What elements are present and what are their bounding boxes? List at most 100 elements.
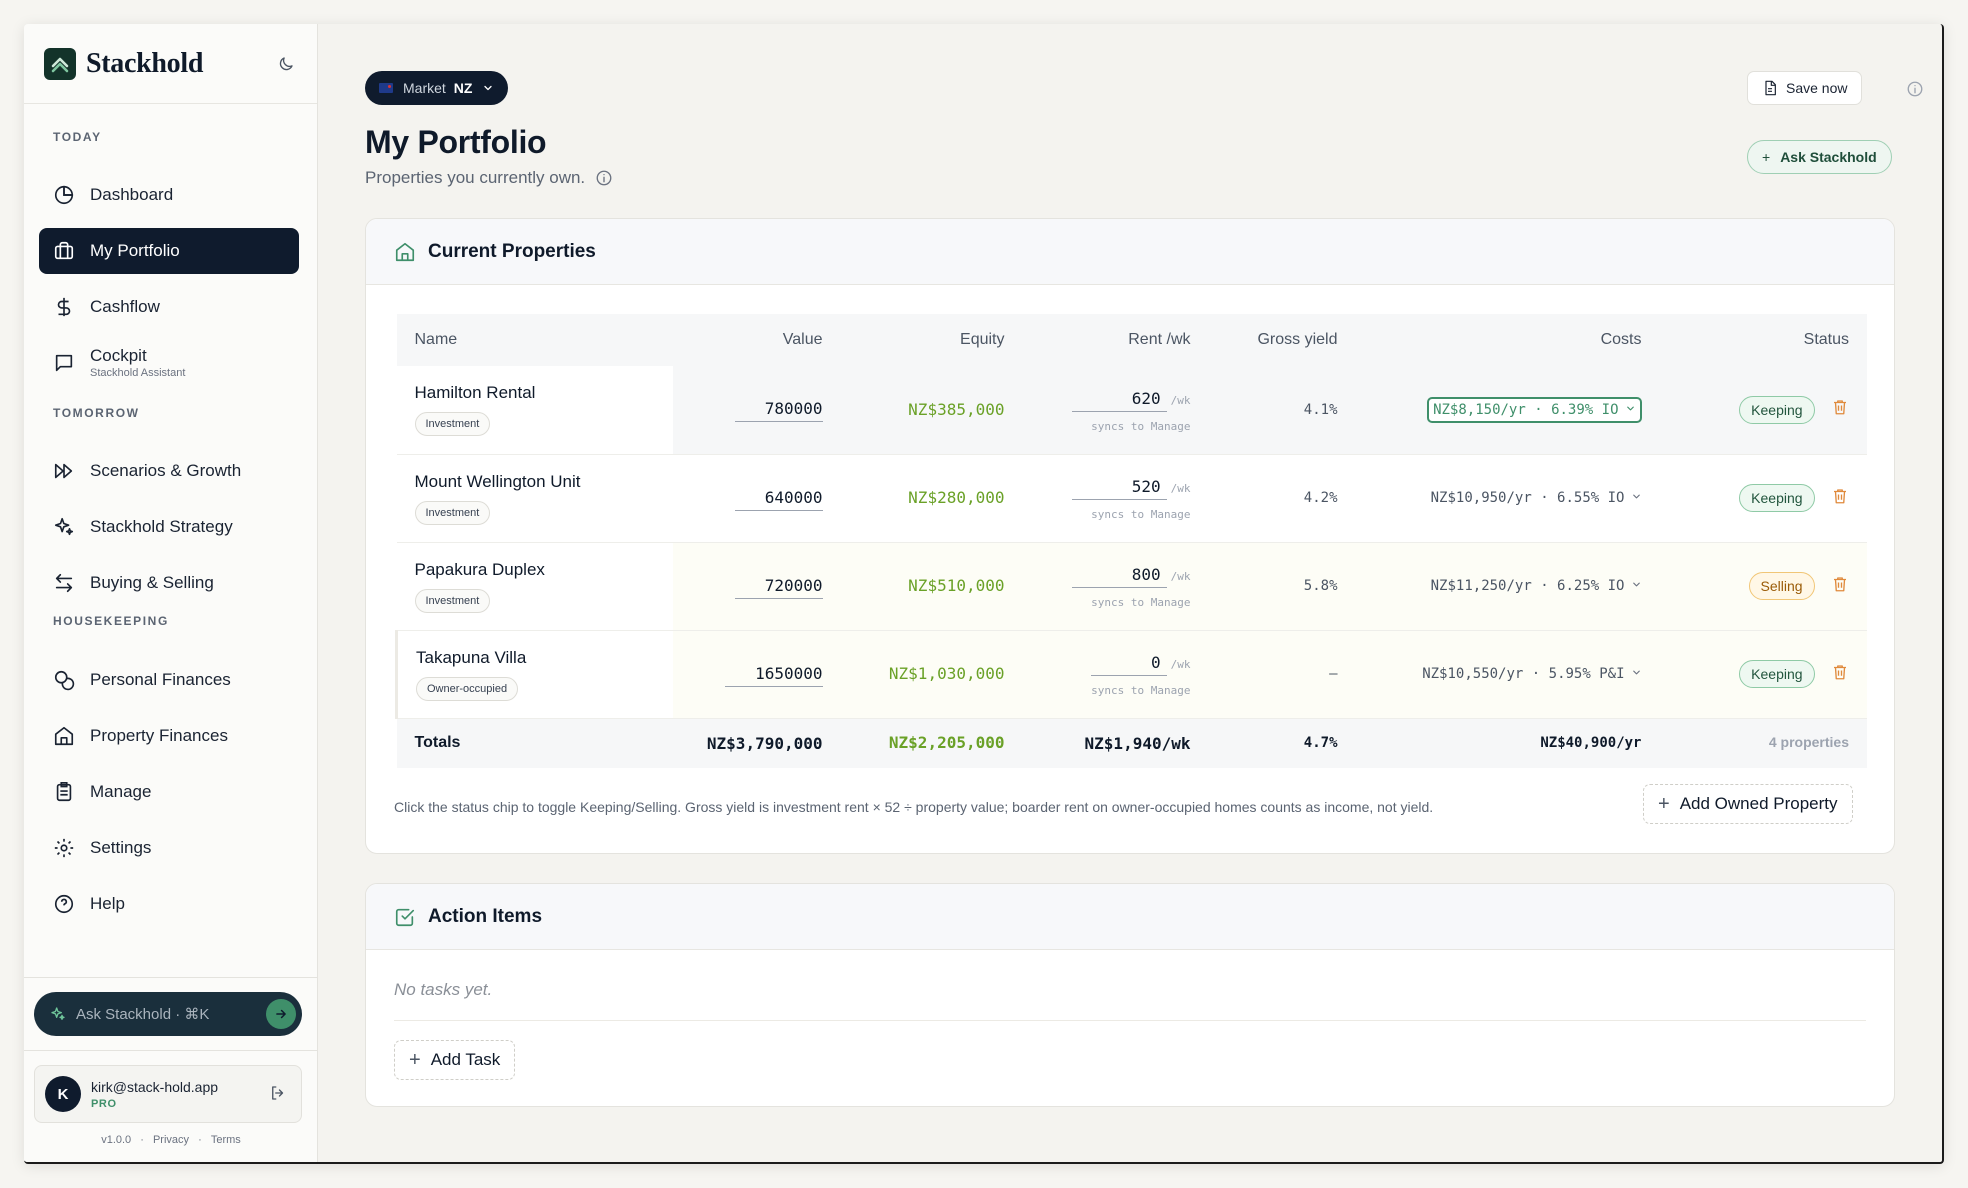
property-type-badge: Investment <box>414 412 491 437</box>
costs-dropdown[interactable]: NZ$11,250/yr · 6.25% IO <box>1431 578 1642 594</box>
costs-dropdown[interactable]: NZ$10,550/yr · 5.95% P&I <box>1422 666 1641 682</box>
equity-value: NZ$1,030,000 <box>888 664 1005 683</box>
swap-arrows-icon <box>52 571 76 595</box>
empty-state: No tasks yet. <box>394 980 493 999</box>
costs-value: NZ$11,250/yr · 6.25% IO <box>1430 578 1625 594</box>
sidebar-item-label: Buying & Selling <box>90 573 214 592</box>
status-cell: Keeping <box>1659 366 1867 455</box>
table-row[interactable]: Takapuna Villa Owner-occupied 1650000 NZ… <box>395 630 1867 719</box>
market-value: NZ <box>453 80 473 96</box>
moon-icon[interactable] <box>275 53 297 75</box>
sidebar-item-manage[interactable]: Manage <box>39 769 299 815</box>
stackhold-logo-icon[interactable] <box>44 47 76 80</box>
value-input[interactable]: 640000 <box>734 486 823 511</box>
yield-cell: — <box>1208 630 1356 719</box>
value-cell: 640000 <box>672 454 841 543</box>
column-header: Equity <box>840 314 1023 366</box>
rent-input[interactable]: 800 <box>1071 563 1167 588</box>
sidebar-item-buying-selling[interactable]: Buying & Selling <box>39 560 299 606</box>
add-owned-property-button[interactable]: + Add Owned Property <box>1643 784 1853 824</box>
status-chip[interactable]: Keeping <box>1739 484 1815 512</box>
sidebar-item-label: Scenarios & Growth <box>90 461 242 480</box>
trash-icon[interactable] <box>1831 487 1849 510</box>
property-name[interactable]: Hamilton Rental <box>415 383 655 403</box>
status-chip[interactable]: Keeping <box>1739 395 1815 424</box>
trash-icon[interactable] <box>1831 398 1849 421</box>
yield-cell: 4.2% <box>1208 454 1356 543</box>
sidebar-item-label: Personal Finances <box>90 670 231 689</box>
total-equity: NZ$2,205,000 <box>888 733 1005 753</box>
total-equity-cell: NZ$2,205,000 <box>840 718 1023 768</box>
sidebar-item-scenarios[interactable]: Scenarios & Growth <box>39 448 299 494</box>
rent-unit: /wk <box>1170 570 1191 583</box>
status-chip[interactable]: Keeping <box>1739 660 1815 688</box>
table-header-row: Name Value Equity Rent /wk Gross yield C… <box>396 314 1867 366</box>
rent-input[interactable]: 520 <box>1071 475 1167 500</box>
table-row[interactable]: Papakura Duplex Investment 720000 NZ$510… <box>396 542 1867 631</box>
dollar-icon <box>52 295 76 319</box>
card-header: Current Properties <box>366 219 1894 285</box>
value-input[interactable]: 1650000 <box>725 662 823 687</box>
trash-icon[interactable] <box>1831 663 1849 686</box>
status-chip[interactable]: Selling <box>1748 572 1815 600</box>
property-count: 4 properties <box>1768 734 1849 751</box>
sidebar-item-cockpit[interactable]: Cockpit Stackhold Assistant <box>39 340 299 386</box>
costs-dropdown[interactable]: NZ$10,950/yr · 6.55% IO <box>1431 490 1642 506</box>
save-now-button[interactable]: Save now <box>1747 71 1863 105</box>
privacy-link[interactable]: Privacy <box>153 1134 189 1146</box>
equity-cell: NZ$510,000 <box>840 542 1023 631</box>
sidebar-item-my-portfolio[interactable]: My Portfolio <box>39 228 299 274</box>
sidebar-item-cashflow[interactable]: Cashflow <box>39 284 299 330</box>
ask-stackhold-button[interactable]: + Ask Stackhold <box>1747 140 1892 174</box>
ask-stackhold-input[interactable]: Ask Stackhold · ⌘K <box>34 992 302 1036</box>
totals-row: Totals NZ$3,790,000 NZ$2,205,000 NZ$1,94… <box>396 718 1867 768</box>
nav-section-tomorrow: TOMORROW <box>53 406 140 420</box>
terms-link[interactable]: Terms <box>211 1134 241 1146</box>
chevron-down-icon <box>482 82 494 94</box>
status-cell: Selling <box>1659 542 1867 631</box>
trash-icon[interactable] <box>1831 575 1849 598</box>
value-cell: 780000 <box>672 366 841 455</box>
info-icon[interactable] <box>1906 80 1924 103</box>
yield-cell: 4.1% <box>1208 366 1356 455</box>
rent-input[interactable]: 620 <box>1071 387 1167 412</box>
sidebar-item-property-finances[interactable]: Property Finances <box>39 713 299 759</box>
table-row[interactable]: Mount Wellington Unit Investment 640000 … <box>396 454 1867 543</box>
name-cell: Papakura Duplex Investment <box>396 542 673 631</box>
costs-value: NZ$8,150/yr · 6.39% IO <box>1433 401 1619 418</box>
plus-icon: + <box>1762 149 1771 165</box>
brand-name: Stackhold <box>86 47 204 79</box>
add-task-button[interactable]: + Add Task <box>394 1040 516 1080</box>
property-name[interactable]: Mount Wellington Unit <box>415 472 655 492</box>
chat-icon <box>52 351 76 375</box>
sidebar-item-personal-finances[interactable]: Personal Finances <box>39 657 299 703</box>
rent-input[interactable]: 0 <box>1090 651 1167 676</box>
property-name[interactable]: Papakura Duplex <box>415 560 655 580</box>
sidebar-item-help[interactable]: Help <box>39 881 299 927</box>
avatar: K <box>45 1076 81 1112</box>
column-header: Rent /wk <box>1022 314 1209 366</box>
logout-icon[interactable] <box>269 1084 287 1107</box>
market-selector[interactable]: Market NZ <box>365 71 509 105</box>
property-name[interactable]: Takapuna Villa <box>416 648 655 668</box>
value-input[interactable]: 720000 <box>734 574 823 599</box>
costs-dropdown[interactable]: NZ$8,150/yr · 6.39% IO <box>1427 396 1642 423</box>
sidebar-item-dashboard[interactable]: Dashboard <box>39 172 299 218</box>
user-card[interactable]: K kirk@stack-hold.app PRO <box>34 1065 302 1123</box>
name-cell: Takapuna Villa Owner-occupied <box>395 630 673 719</box>
app-window: Stackhold TODAY Dashboard My Portfolio C… <box>24 24 1944 1164</box>
value-input[interactable]: 780000 <box>734 397 823 423</box>
equity-value: NZ$385,000 <box>908 399 1005 419</box>
pie-chart-icon <box>52 183 76 207</box>
info-icon[interactable] <box>595 169 613 187</box>
table-row[interactable]: Hamilton Rental Investment 780000 NZ$385… <box>396 366 1867 455</box>
sidebar-item-label: Property Finances <box>90 726 228 745</box>
arrow-right-icon[interactable] <box>266 999 296 1029</box>
sparkle-icon <box>50 1006 66 1022</box>
rent-cell: 0/wk syncs to Manage <box>1022 630 1209 719</box>
sidebar-item-strategy[interactable]: Stackhold Strategy <box>39 504 299 550</box>
gross-yield: 4.1% <box>1303 401 1338 418</box>
document-icon <box>1762 80 1786 96</box>
sidebar-item-settings[interactable]: Settings <box>39 825 299 871</box>
gross-yield: 5.8% <box>1303 578 1338 594</box>
